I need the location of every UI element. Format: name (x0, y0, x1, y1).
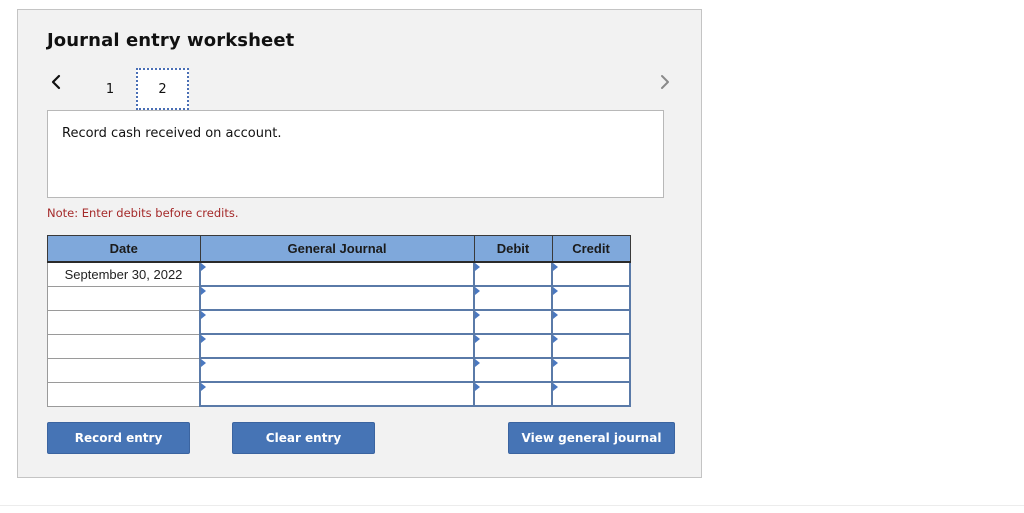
prev-page-button[interactable] (48, 70, 66, 94)
table-row (47, 309, 631, 335)
header-credit: Credit (551, 235, 631, 263)
dropdown-marker-icon (201, 263, 206, 271)
account-input[interactable] (201, 263, 473, 285)
record-entry-button[interactable]: Record entry (47, 422, 190, 454)
debit-cell[interactable] (473, 333, 553, 359)
dropdown-marker-icon (201, 311, 206, 319)
account-cell[interactable] (199, 309, 475, 335)
prompt-text: Record cash received on account. (62, 126, 282, 141)
debit-cell[interactable] (473, 285, 553, 311)
date-cell (47, 357, 201, 383)
dropdown-marker-icon (201, 383, 206, 391)
debit-input[interactable] (475, 383, 551, 405)
dropdown-marker-icon (475, 359, 480, 367)
date-cell (47, 309, 201, 335)
dropdown-marker-icon (553, 287, 558, 295)
header-general-journal: General Journal (199, 235, 475, 263)
credit-cell[interactable] (551, 381, 631, 407)
debit-cell[interactable] (473, 309, 553, 335)
account-input[interactable] (201, 287, 473, 309)
next-page-button[interactable] (656, 70, 674, 94)
account-cell[interactable] (199, 357, 475, 383)
credit-cell[interactable] (551, 309, 631, 335)
account-input[interactable] (201, 359, 473, 381)
dropdown-marker-icon (553, 263, 558, 271)
chevron-left-icon (51, 74, 61, 90)
credit-input[interactable] (553, 263, 629, 285)
dropdown-marker-icon (475, 383, 480, 391)
debit-cell[interactable] (473, 381, 553, 407)
date-cell (47, 381, 201, 407)
credit-cell[interactable] (551, 261, 631, 287)
debit-input[interactable] (475, 287, 551, 309)
account-cell[interactable] (199, 285, 475, 311)
dropdown-marker-icon (553, 311, 558, 319)
view-general-journal-button[interactable]: View general journal (508, 422, 675, 454)
table-row (47, 357, 631, 383)
debit-input[interactable] (475, 263, 551, 285)
credit-cell[interactable] (551, 333, 631, 359)
account-input[interactable] (201, 383, 473, 405)
account-input[interactable] (201, 311, 473, 333)
page-tab-2[interactable]: 2 (136, 68, 189, 110)
dropdown-marker-icon (475, 311, 480, 319)
dropdown-marker-icon (475, 335, 480, 343)
page-tab-1[interactable]: 1 (98, 68, 122, 110)
credit-input[interactable] (553, 383, 629, 405)
debit-cell[interactable] (473, 357, 553, 383)
credit-input[interactable] (553, 335, 629, 357)
dropdown-marker-icon (553, 383, 558, 391)
clear-entry-button[interactable]: Clear entry (232, 422, 375, 454)
table-row (47, 333, 631, 359)
journal-table: Date General Journal Debit Credit Septem… (47, 235, 631, 407)
debit-cell[interactable] (473, 261, 553, 287)
credit-input[interactable] (553, 311, 629, 333)
dropdown-marker-icon (553, 335, 558, 343)
date-cell (47, 285, 201, 311)
dropdown-marker-icon (553, 359, 558, 367)
header-date: Date (47, 235, 201, 263)
dropdown-marker-icon (201, 335, 206, 343)
account-input[interactable] (201, 335, 473, 357)
dropdown-marker-icon (475, 287, 480, 295)
date-cell (47, 333, 201, 359)
account-cell[interactable] (199, 333, 475, 359)
credit-input[interactable] (553, 359, 629, 381)
date-cell: September 30, 2022 (47, 261, 201, 287)
credit-input[interactable] (553, 287, 629, 309)
page-divider (0, 505, 1024, 506)
header-debit: Debit (473, 235, 553, 263)
worksheet-panel: Journal entry worksheet 1 2 Record cash … (17, 9, 702, 478)
worksheet-title: Journal entry worksheet (47, 30, 295, 51)
dropdown-marker-icon (201, 287, 206, 295)
debit-input[interactable] (475, 359, 551, 381)
dropdown-marker-icon (475, 263, 480, 271)
table-row: September 30, 2022 (47, 261, 631, 287)
account-cell[interactable] (199, 261, 475, 287)
table-row (47, 285, 631, 311)
account-cell[interactable] (199, 381, 475, 407)
journal-header-row: Date General Journal Debit Credit (47, 235, 631, 263)
debit-input[interactable] (475, 311, 551, 333)
note-text: Note: Enter debits before credits. (47, 206, 239, 220)
credit-cell[interactable] (551, 357, 631, 383)
dropdown-marker-icon (201, 359, 206, 367)
table-row (47, 381, 631, 407)
chevron-right-icon (661, 75, 669, 89)
debit-input[interactable] (475, 335, 551, 357)
credit-cell[interactable] (551, 285, 631, 311)
prompt-box: Record cash received on account. (47, 110, 664, 198)
